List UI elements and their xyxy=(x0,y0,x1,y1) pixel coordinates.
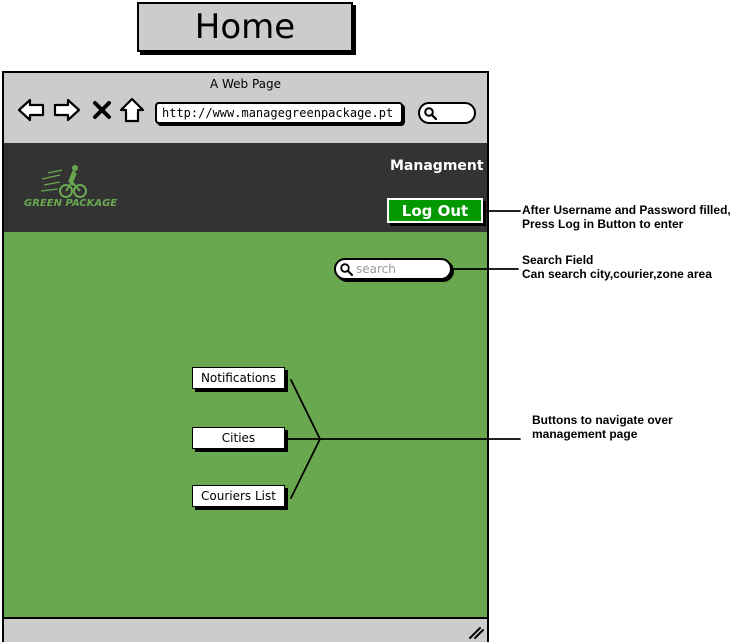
section-label: Managment xyxy=(390,158,484,174)
search-annotation-line-1: Search Field xyxy=(522,253,594,267)
forward-arrow-icon[interactable] xyxy=(52,95,82,125)
cyclist-logo-icon xyxy=(40,165,87,198)
browser-search-field[interactable] xyxy=(418,102,476,124)
couriers-list-button[interactable]: Couriers List xyxy=(192,485,285,507)
main-content: search Notifications Cities Couriers Lis… xyxy=(4,232,487,617)
logout-button[interactable]: Log Out xyxy=(387,198,483,223)
browser-window-title: A Web Page xyxy=(209,77,282,91)
browser-status-bar xyxy=(4,617,487,642)
search-annotation: Search Field Can search city,courier,zon… xyxy=(522,253,712,281)
cities-button[interactable]: Cities xyxy=(192,427,285,449)
login-annotation-line-1: After Username and Password filled, xyxy=(522,203,731,217)
buttons-annotation-line-1: Buttons to navigate over xyxy=(532,413,673,427)
buttons-annotation: Buttons to navigate over management page xyxy=(532,413,673,441)
search-placeholder: search xyxy=(356,262,396,276)
stop-x-icon[interactable] xyxy=(90,95,114,125)
app-header: GREEN PACKAGE Managment Log Out xyxy=(4,143,487,232)
home-icon[interactable] xyxy=(117,95,147,125)
search-input[interactable]: search xyxy=(334,258,452,280)
back-arrow-icon[interactable] xyxy=(16,95,46,125)
login-annotation-line-2: Press Log in Button to enter xyxy=(522,217,684,231)
page-title-label: Home xyxy=(137,2,353,52)
url-bar[interactable]: http://www.managegreenpackage.pt xyxy=(155,102,403,124)
resize-grip-icon[interactable] xyxy=(468,625,484,639)
search-annotation-line-2: Can search city,courier,zone area xyxy=(522,267,712,281)
search-icon xyxy=(424,107,437,120)
browser-window: A Web Page http://www.managegreenpackage… xyxy=(2,71,489,642)
buttons-annotation-line-2: management page xyxy=(532,427,638,441)
brand-name: GREEN PACKAGE xyxy=(24,198,118,209)
notifications-button[interactable]: Notifications xyxy=(192,367,285,389)
login-annotation: After Username and Password filled, Pres… xyxy=(522,203,731,231)
search-icon xyxy=(340,263,353,276)
